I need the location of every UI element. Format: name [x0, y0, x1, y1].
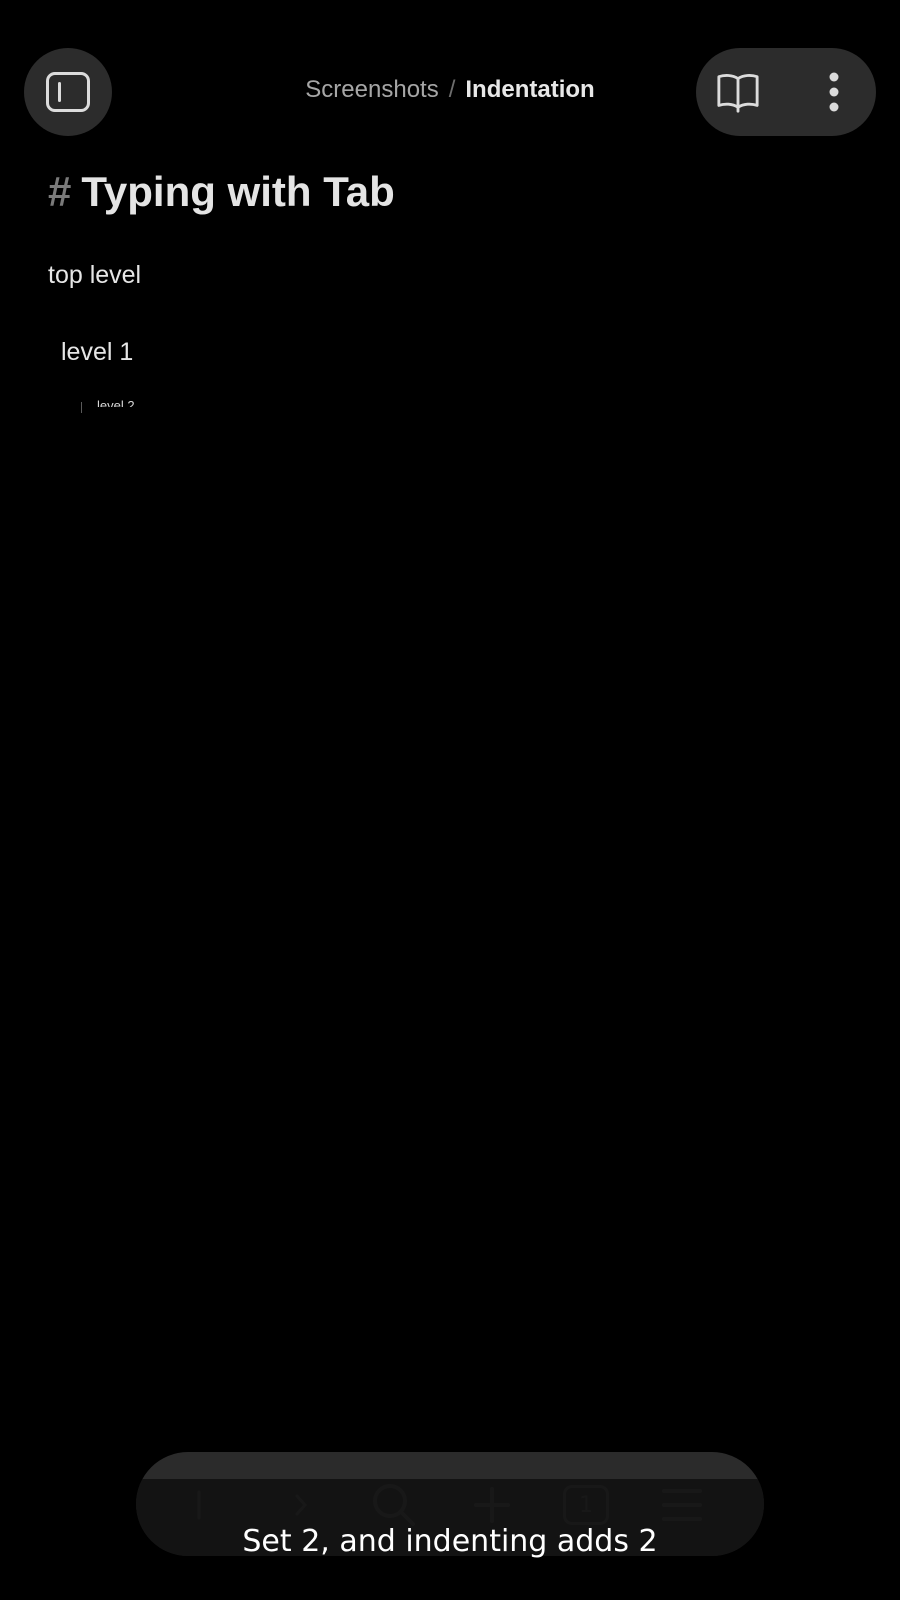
list-item-level-1[interactable]: level 1 [61, 336, 133, 368]
text-cursor [81, 402, 82, 413]
open-book-icon [717, 74, 759, 113]
vertical-dots-icon [829, 72, 839, 112]
heading-marker: # [48, 168, 72, 215]
note-heading[interactable]: # Typing with Tab [48, 166, 395, 218]
caption-text: Set 2, and indenting adds 2 [242, 1524, 658, 1559]
breadcrumb-parent[interactable]: Screenshots [305, 76, 438, 103]
list-item-top-level[interactable]: top level [48, 259, 141, 291]
list-item-level-2[interactable]: level 2 [97, 399, 135, 407]
heading-text: Typing with Tab [81, 168, 395, 215]
reading-view-button[interactable] [716, 70, 760, 114]
more-options-button[interactable] [812, 70, 856, 114]
breadcrumb-separator: / [448, 76, 456, 103]
header-actions [696, 48, 876, 136]
breadcrumb-current[interactable]: Indentation [465, 76, 594, 103]
